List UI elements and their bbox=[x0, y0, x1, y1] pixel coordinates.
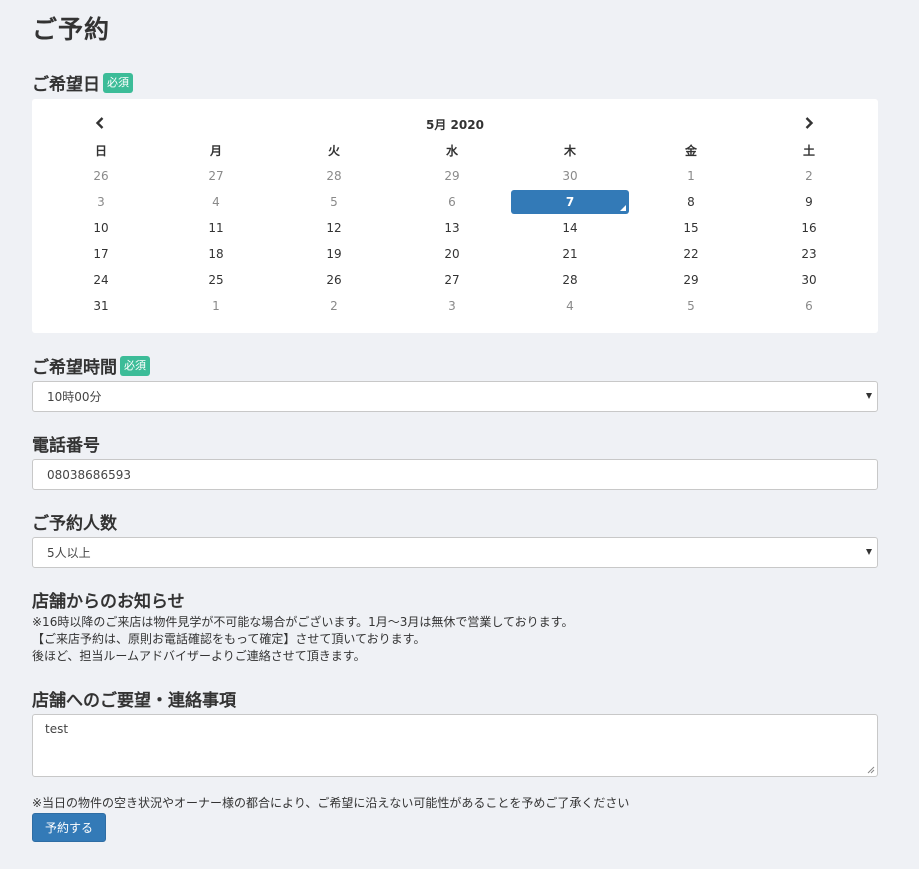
calendar-day[interactable]: 12 bbox=[275, 216, 393, 240]
calendar-day[interactable]: 3 bbox=[42, 190, 160, 214]
weekday-header: 月 bbox=[157, 138, 275, 162]
calendar-day[interactable]: 1 bbox=[632, 164, 750, 188]
time-label: ご希望時間 bbox=[32, 353, 117, 378]
store-notice: ※16時以降のご来店は物件見学が不可能な場合がございます。1月～3月は無休で営業… bbox=[32, 614, 573, 665]
time-select-value: 10時00分 bbox=[47, 388, 102, 405]
calendar-day[interactable]: 22 bbox=[632, 242, 750, 266]
calendar-day[interactable]: 25 bbox=[157, 268, 275, 292]
weekday-header: 水 bbox=[393, 138, 511, 162]
calendar-day[interactable]: 5 bbox=[632, 294, 750, 318]
calendar-day[interactable]: 1 bbox=[157, 294, 275, 318]
request-textarea-value: test bbox=[45, 722, 68, 736]
calendar-day[interactable]: 4 bbox=[511, 294, 629, 318]
calendar-day-selected[interactable]: 7 bbox=[511, 190, 629, 214]
people-select-value: 5人以上 bbox=[47, 544, 91, 561]
required-badge: 必須 bbox=[103, 73, 133, 93]
calendar-day[interactable]: 23 bbox=[750, 242, 868, 266]
calendar-day[interactable]: 27 bbox=[157, 164, 275, 188]
calendar-day[interactable]: 29 bbox=[632, 268, 750, 292]
request-textarea[interactable]: test bbox=[32, 714, 878, 777]
reserve-button[interactable]: 予約する bbox=[32, 813, 106, 842]
calendar-day[interactable]: 9 bbox=[750, 190, 868, 214]
notice-line: 後ほど、担当ルームアドバイザーよりご連絡させて頂きます。 bbox=[32, 648, 573, 665]
phone-label-row: 電話番号 bbox=[32, 431, 100, 456]
calendar-day[interactable]: 11 bbox=[157, 216, 275, 240]
calendar-day[interactable]: 30 bbox=[511, 164, 629, 188]
date-calendar: 5月 2020 日月火水木金土2627282930123456789101112… bbox=[32, 99, 878, 333]
calendar-day[interactable]: 28 bbox=[275, 164, 393, 188]
calendar-day[interactable]: 8 bbox=[632, 190, 750, 214]
resize-handle-icon[interactable] bbox=[867, 766, 875, 774]
disclaimer-text: ※当日の物件の空き状況やオーナー様の都合により、ご希望に沿えない可能性があること… bbox=[32, 794, 629, 811]
calendar-day[interactable]: 10 bbox=[42, 216, 160, 240]
calendar-day[interactable]: 24 bbox=[42, 268, 160, 292]
people-select[interactable]: 5人以上 bbox=[32, 537, 878, 568]
calendar-day[interactable]: 2 bbox=[275, 294, 393, 318]
calendar-day[interactable]: 6 bbox=[750, 294, 868, 318]
people-label: ご予約人数 bbox=[32, 509, 117, 534]
phone-input[interactable]: 08038686593 bbox=[32, 459, 878, 490]
notice-line: 【ご来店予約は、原則お電話確認をもって確定】させて頂いております。 bbox=[32, 631, 573, 648]
calendar-day[interactable]: 27 bbox=[393, 268, 511, 292]
calendar-day[interactable]: 14 bbox=[511, 216, 629, 240]
time-select[interactable]: 10時00分 bbox=[32, 381, 878, 412]
time-label-row: ご希望時間 必須 bbox=[32, 353, 150, 378]
people-label-row: ご予約人数 bbox=[32, 509, 117, 534]
calendar-day[interactable]: 2 bbox=[750, 164, 868, 188]
calendar-day[interactable]: 28 bbox=[511, 268, 629, 292]
date-label: ご希望日 bbox=[32, 70, 100, 95]
calendar-day[interactable]: 20 bbox=[393, 242, 511, 266]
calendar-day[interactable]: 19 bbox=[275, 242, 393, 266]
calendar-day[interactable]: 21 bbox=[511, 242, 629, 266]
weekday-header: 金 bbox=[632, 138, 750, 162]
phone-label: 電話番号 bbox=[32, 431, 100, 456]
chevron-right-icon bbox=[804, 117, 814, 129]
calendar-day[interactable]: 17 bbox=[42, 242, 160, 266]
calendar-title: 5月 2020 bbox=[32, 116, 878, 133]
calendar-day[interactable]: 16 bbox=[750, 216, 868, 240]
dropdown-caret-icon bbox=[866, 393, 872, 399]
notice-label: 店舗からのお知らせ bbox=[32, 587, 185, 612]
calendar-day[interactable]: 31 bbox=[42, 294, 160, 318]
request-label: 店舗へのご要望・連絡事項 bbox=[32, 686, 236, 711]
weekday-header: 日 bbox=[42, 138, 160, 162]
calendar-day[interactable]: 30 bbox=[750, 268, 868, 292]
dropdown-caret-icon bbox=[866, 549, 872, 555]
date-label-row: ご希望日 必須 bbox=[32, 70, 133, 95]
calendar-day[interactable]: 5 bbox=[275, 190, 393, 214]
calendar-day[interactable]: 18 bbox=[157, 242, 275, 266]
next-month-button[interactable] bbox=[799, 113, 819, 133]
calendar-day[interactable]: 6 bbox=[393, 190, 511, 214]
calendar-day[interactable]: 3 bbox=[393, 294, 511, 318]
weekday-header: 木 bbox=[511, 138, 629, 162]
phone-input-value: 08038686593 bbox=[47, 468, 131, 482]
notice-label-row: 店舗からのお知らせ bbox=[32, 587, 185, 612]
calendar-day[interactable]: 4 bbox=[157, 190, 275, 214]
calendar-day[interactable]: 13 bbox=[393, 216, 511, 240]
calendar-day[interactable]: 26 bbox=[275, 268, 393, 292]
notice-line: ※16時以降のご来店は物件見学が不可能な場合がございます。1月～3月は無休で営業… bbox=[32, 614, 573, 631]
page-title: ご予約 bbox=[32, 10, 110, 46]
request-label-row: 店舗へのご要望・連絡事項 bbox=[32, 686, 236, 711]
calendar-day[interactable]: 29 bbox=[393, 164, 511, 188]
calendar-day[interactable]: 26 bbox=[42, 164, 160, 188]
required-badge: 必須 bbox=[120, 356, 150, 376]
weekday-header: 火 bbox=[275, 138, 393, 162]
calendar-day[interactable]: 15 bbox=[632, 216, 750, 240]
weekday-header: 土 bbox=[750, 138, 868, 162]
